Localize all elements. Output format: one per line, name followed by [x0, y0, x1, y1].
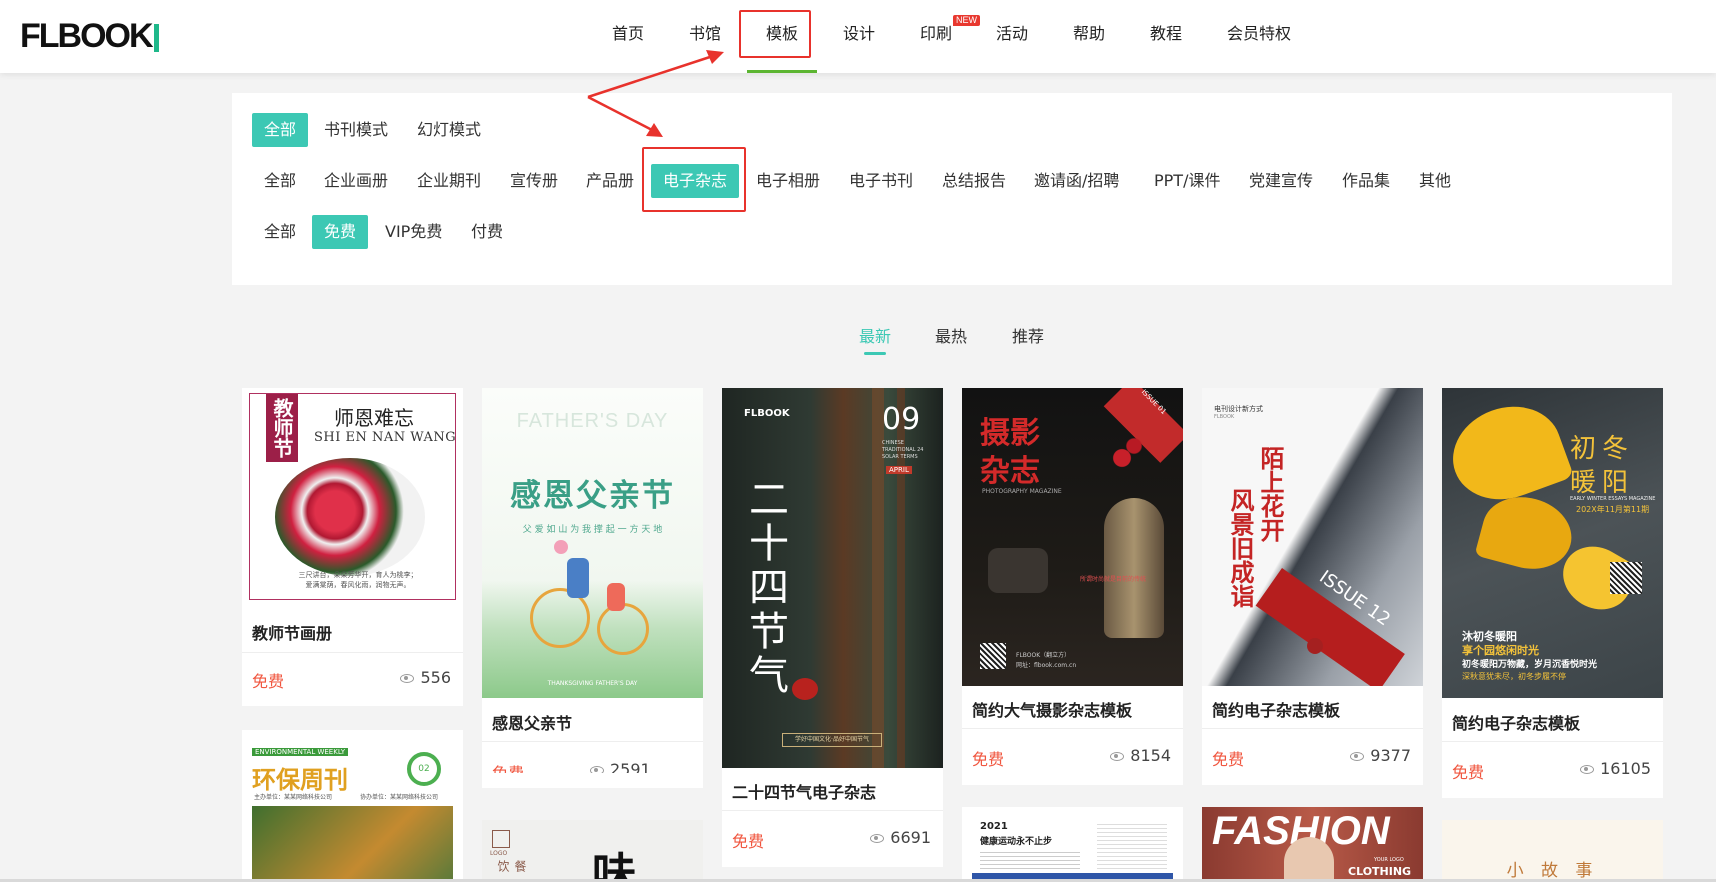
annotation-arrows — [587, 50, 724, 137]
